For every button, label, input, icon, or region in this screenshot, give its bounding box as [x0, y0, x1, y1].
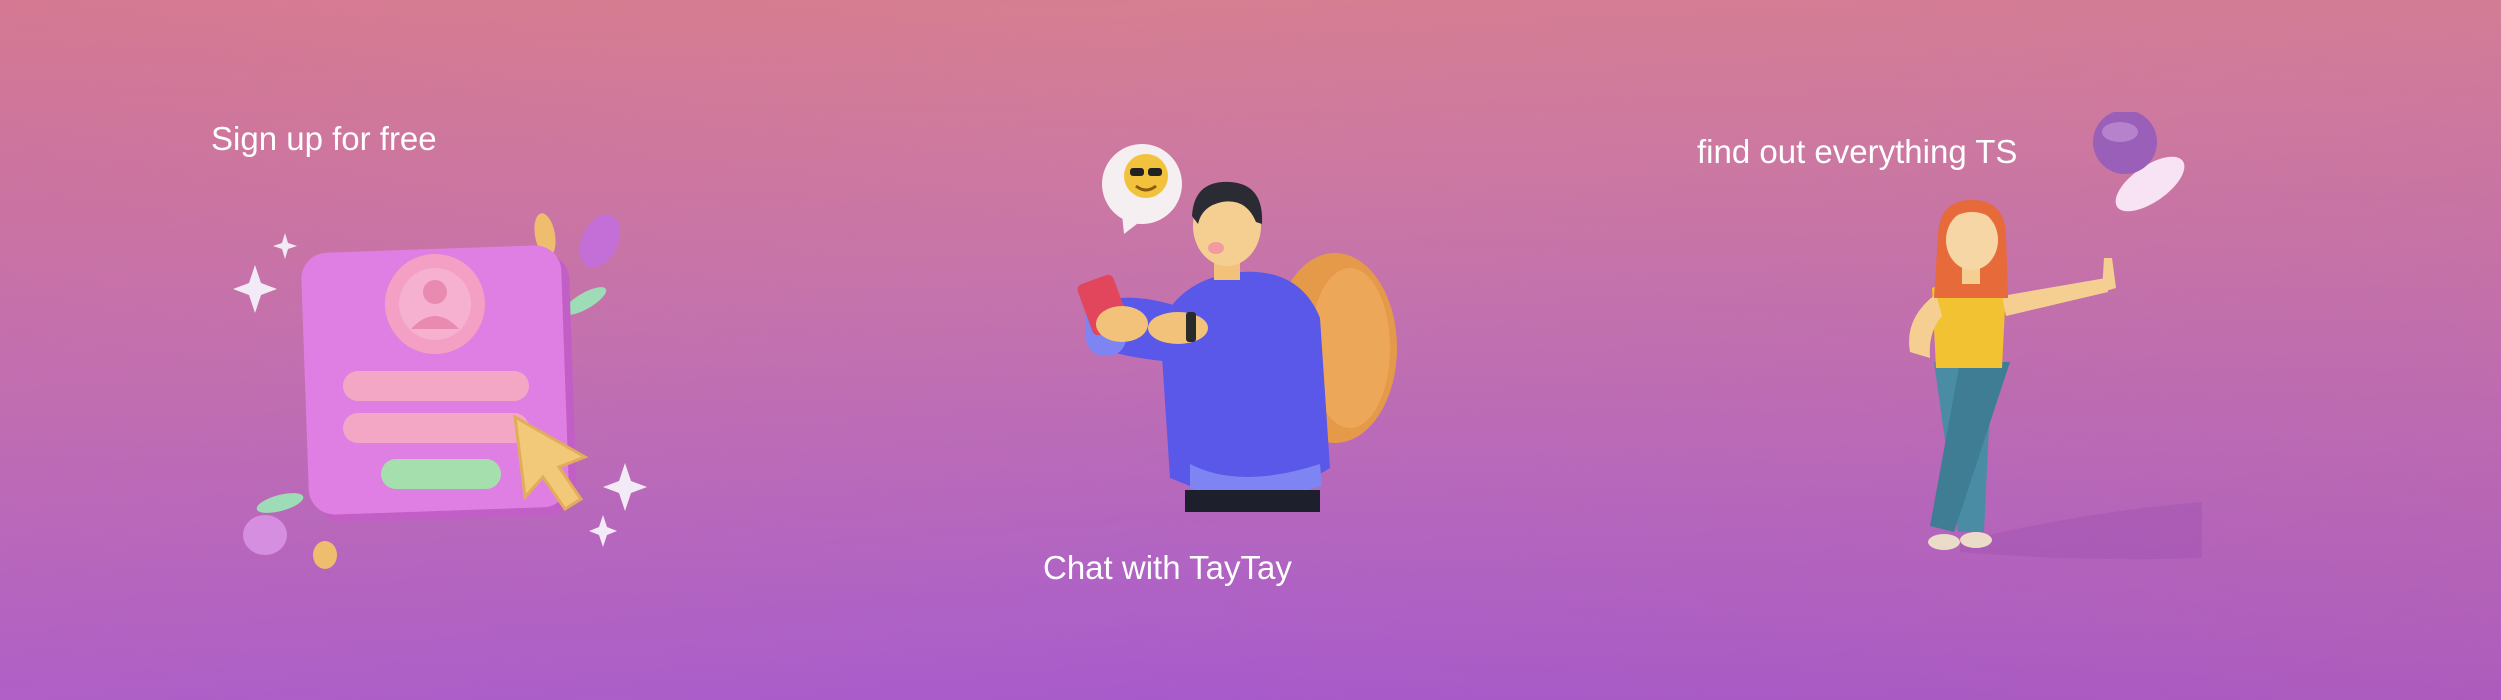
legs — [1185, 490, 1320, 512]
sparkle-icon — [589, 515, 617, 547]
ground-shadow — [1960, 502, 2202, 560]
splash-yellow-bottom — [313, 541, 337, 569]
form-field-1 — [343, 371, 529, 401]
sparkle-icon — [273, 233, 297, 259]
shoe — [1960, 532, 1992, 548]
sparkle-icon — [603, 463, 647, 511]
form-field-2 — [343, 413, 529, 443]
person-chatting-on-phone-illustration[interactable] — [1050, 128, 1420, 518]
avatar-head — [423, 280, 447, 304]
watch-icon — [1186, 312, 1196, 342]
sparkle-icon — [233, 265, 277, 313]
face — [1946, 210, 1998, 270]
girl-leaning-with-bubble-illustration[interactable] — [1880, 112, 2210, 572]
signup-form-illustration[interactable] — [225, 205, 665, 585]
signup-label[interactable]: Sign up for free — [211, 122, 437, 155]
splash-purple — [579, 214, 621, 268]
bubble-icon — [2093, 112, 2157, 174]
form-submit-button — [381, 459, 501, 489]
hand — [1096, 306, 1148, 342]
right-arm — [2002, 278, 2108, 316]
hoodie — [1160, 271, 1330, 493]
splash-green-bottom — [256, 493, 304, 513]
splash-purple-bottom — [243, 515, 287, 555]
chat-label[interactable]: Chat with TayTay — [1043, 551, 1292, 584]
